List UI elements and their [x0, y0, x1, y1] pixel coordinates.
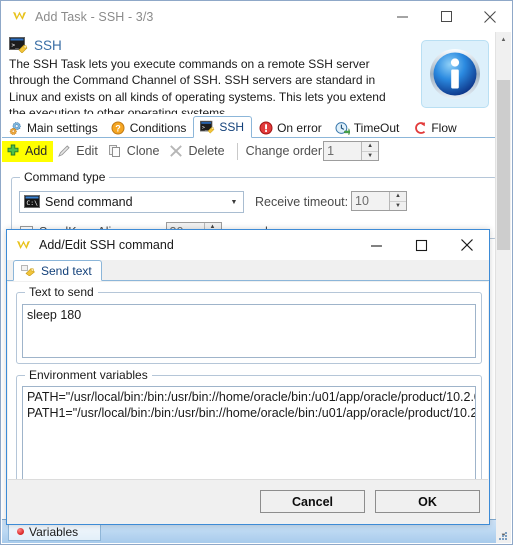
x-gray-icon: [168, 143, 184, 159]
svg-text:C:\: C:\: [26, 199, 38, 207]
close-icon[interactable]: [468, 1, 512, 32]
dialog-body: Text to send sleep 180 Environment varia…: [8, 282, 488, 515]
env-line-1: PATH="/usr/local/bin:/bin:/usr/bin://hom…: [27, 390, 475, 404]
tab-timeout-label: TimeOut: [353, 120, 400, 135]
ssh-console-icon: >_: [9, 37, 28, 54]
timeout-icon: [335, 121, 350, 135]
dialog-tabstrip: Send text: [7, 260, 489, 281]
ssh-toolbar: Add Edit Clone Delete Change order 1 ▲ ▼: [2, 138, 496, 164]
plus-icon: [5, 143, 21, 159]
dialog-title: Add/Edit SSH command: [39, 238, 174, 252]
command-type-combo[interactable]: C:\ Send command ▼: [19, 191, 244, 213]
svg-text:>_: >_: [202, 125, 208, 131]
copy-icon: [107, 143, 123, 159]
ok-button[interactable]: OK: [375, 490, 480, 513]
information-icon: [421, 40, 489, 108]
window-titlebar: Add Task - SSH - 3/3: [1, 1, 512, 32]
env-line-2: PATH1="/usr/local/bin:/bin:/usr/bin://ho…: [27, 406, 476, 420]
task-header-panel: >_ SSH The SSH Task lets you execute com…: [2, 32, 496, 114]
command-type-group-title: Command type: [20, 170, 110, 184]
window-vertical-scrollbar[interactable]: ▲ ▼: [495, 32, 511, 543]
tab-send-text-label: Send text: [41, 263, 92, 278]
tab-main-settings[interactable]: Main settings: [2, 117, 105, 138]
dialog-titlebar: Add/Edit SSH command: [7, 230, 489, 260]
tab-flow[interactable]: Flow: [406, 117, 463, 138]
dialog-window-controls: [354, 230, 489, 260]
tab-main-settings-label: Main settings: [27, 120, 98, 135]
gears-icon: [8, 121, 23, 135]
dialog-footer: Cancel OK: [8, 479, 488, 523]
environment-variables-group-title: Environment variables: [25, 368, 152, 382]
text-to-send-group-title: Text to send: [25, 285, 98, 299]
minimize-icon[interactable]: [354, 230, 399, 260]
change-order-arrows[interactable]: ▲ ▼: [361, 142, 379, 161]
edit-button-label: Edit: [76, 144, 98, 158]
minimize-icon[interactable]: [380, 1, 424, 32]
scroll-up-icon[interactable]: ▲: [496, 32, 511, 47]
svg-text:>_: >_: [12, 42, 20, 49]
maximize-icon[interactable]: [399, 230, 444, 260]
tab-ssh-label: SSH: [219, 120, 245, 134]
red-dot-icon: [17, 528, 24, 535]
command-type-value: Send command: [45, 195, 133, 209]
change-order-stepper[interactable]: 1 ▲ ▼: [323, 141, 380, 161]
spinner-down-icon[interactable]: ▼: [390, 202, 406, 211]
clone-button-label: Clone: [126, 144, 160, 158]
receive-timeout-arrows[interactable]: ▲ ▼: [389, 192, 406, 210]
add-button[interactable]: Add: [2, 140, 54, 162]
receive-timeout-value[interactable]: 10: [352, 192, 389, 210]
toolbar-separator: [236, 142, 238, 160]
text-to-send-group: Text to send sleep 180: [16, 285, 482, 364]
receive-timeout-stepper[interactable]: 10 ▲ ▼: [351, 191, 407, 211]
chevron-down-icon[interactable]: ▼: [225, 199, 243, 206]
cancel-button[interactable]: Cancel: [260, 490, 365, 513]
tab-send-text[interactable]: Send text: [13, 260, 102, 281]
console-icon: C:\: [24, 195, 40, 209]
key-icon: [21, 263, 36, 279]
tab-on-error-label: On error: [277, 120, 322, 135]
tab-timeout[interactable]: TimeOut: [329, 117, 407, 138]
maximize-icon[interactable]: [424, 1, 468, 32]
task-title: SSH: [34, 37, 62, 53]
scrollbar-thumb[interactable]: [497, 80, 510, 250]
window-controls: [380, 1, 512, 32]
svg-text:?: ?: [115, 123, 121, 133]
change-order-label: Change order: [245, 144, 323, 158]
variables-tab-label: Variables: [29, 524, 79, 539]
close-icon[interactable]: [444, 230, 489, 260]
add-edit-ssh-command-dialog: Add/Edit SSH command Send text Text to s…: [6, 229, 490, 525]
delete-button[interactable]: Delete: [165, 141, 230, 162]
app-logo-icon: [15, 237, 32, 254]
error-icon: [258, 121, 273, 135]
spinner-up-icon[interactable]: ▲: [390, 192, 406, 202]
spinner-down-icon[interactable]: ▼: [362, 152, 378, 161]
add-button-label: Add: [25, 144, 48, 158]
change-order-value[interactable]: 1: [324, 142, 362, 160]
task-tabstrip: Main settings ? Conditions >_ SSH On err…: [2, 115, 496, 138]
tab-ssh[interactable]: >_ SSH: [193, 116, 253, 138]
tab-flow-label: Flow: [431, 120, 457, 135]
delete-button-label: Delete: [188, 144, 225, 158]
text-to-send-input[interactable]: sleep 180: [22, 304, 476, 358]
ssh-console-icon: >_: [200, 120, 215, 134]
app-logo-icon: [11, 8, 28, 25]
pencil-icon: [56, 143, 72, 159]
tab-conditions[interactable]: ? Conditions: [105, 117, 194, 138]
flow-icon: [412, 121, 427, 135]
tab-on-error[interactable]: On error: [252, 117, 329, 138]
resize-grip-icon[interactable]: [497, 530, 509, 542]
edit-button[interactable]: Edit: [53, 141, 104, 162]
clone-button[interactable]: Clone: [104, 141, 166, 162]
spinner-up-icon[interactable]: ▲: [362, 142, 379, 152]
tab-conditions-label: Conditions: [129, 120, 187, 135]
receive-timeout-label: Receive timeout:: [255, 195, 349, 209]
window-title: Add Task - SSH - 3/3: [35, 9, 154, 24]
question-icon: ?: [111, 121, 126, 135]
